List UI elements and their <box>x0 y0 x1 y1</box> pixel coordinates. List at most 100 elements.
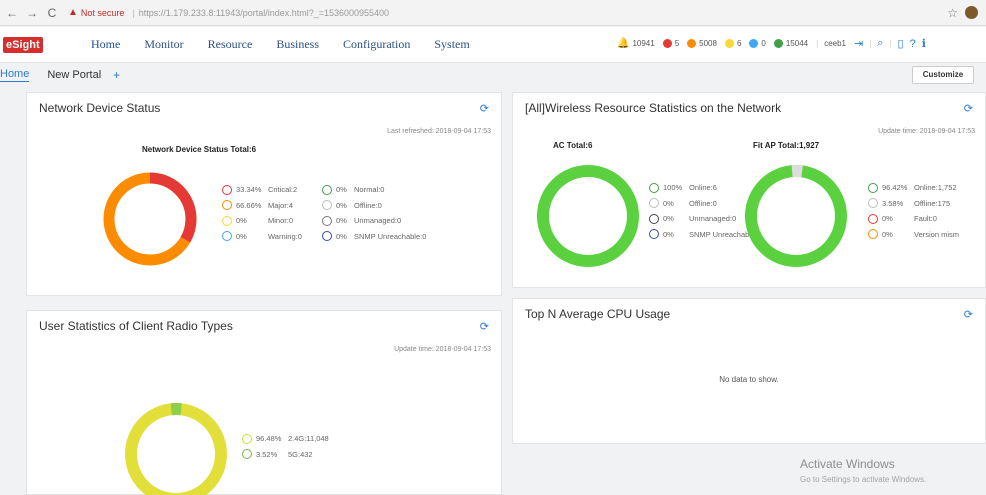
unmanaged-ring-icon <box>649 213 659 224</box>
legend-critical[interactable]: 33.34% Critical:2 <box>222 182 308 198</box>
menu-system[interactable]: System <box>434 37 469 52</box>
alarm-critical[interactable]: 5 <box>662 39 679 48</box>
alarm-warning[interactable]: 0 <box>749 39 766 48</box>
refresh-icon[interactable]: ⟳ <box>480 102 489 115</box>
windows-watermark-subtitle: Go to Settings to activate Windows. <box>800 475 927 484</box>
windows-watermark-title: Activate Windows <box>800 457 895 471</box>
header-separator: | <box>816 39 819 48</box>
offline-ring-icon <box>868 198 878 209</box>
panel-title: User Statistics of Client Radio Types <box>39 319 233 333</box>
panel-title: [All]Wireless Resource Statistics on the… <box>525 101 782 115</box>
fitap-donut[interactable] <box>741 161 851 271</box>
device-legend-col2: 0% Normal:0 0% Offline:0 0% Unmanaged:0 0% S… <box>322 182 426 244</box>
version-ring-icon <box>868 229 878 240</box>
warning-alarm-icon <box>749 39 759 48</box>
info-icon[interactable]: ℹ <box>922 37 926 50</box>
mobile-icon[interactable]: ▯ <box>898 37 904 50</box>
warning-ring-icon <box>222 231 232 242</box>
url-text[interactable]: https://1.179.233.8:11943/portal/index.h… <box>139 8 389 18</box>
donut-slice-online[interactable] <box>537 165 639 267</box>
legend-5g[interactable]: 3.52% 5G:432 <box>242 447 329 463</box>
menu-configuration[interactable]: Configuration <box>343 37 410 52</box>
legend-normal[interactable]: 0% Normal:0 <box>322 182 426 198</box>
offline-ring-icon <box>322 200 332 211</box>
legend-minor[interactable]: 0% Minor:0 <box>222 213 308 229</box>
bookmark-star-icon[interactable]: ☆ <box>947 6 958 20</box>
5g-ring-icon <box>242 449 252 460</box>
fault-ring-icon <box>868 213 878 224</box>
snmp-ring-icon <box>322 231 332 242</box>
major-alarm-icon <box>687 39 697 48</box>
minor-ring-icon <box>222 215 232 226</box>
alarm-summary: 🔔 10941 5 5008 6 0 15044 | ceeb1 ⇥ | ⌕ | … <box>617 37 932 50</box>
customize-button[interactable]: Customize <box>912 66 974 84</box>
ac-total-title: AC Total:6 <box>553 141 593 150</box>
user-name[interactable]: ceeb1 <box>824 39 846 48</box>
legend-unmanaged[interactable]: 0% Unmanaged:0 <box>322 213 426 229</box>
fitap-total-title: Fit AP Total:1,927 <box>753 141 820 150</box>
add-tab-icon[interactable]: + <box>113 68 120 82</box>
portal-tabs: Home New Portal + Customize <box>0 63 986 87</box>
esight-logo[interactable]: eSight <box>3 36 43 53</box>
update-time: Last refreshed: 2018-09-04 17:53 <box>387 128 491 135</box>
header-separator-3: | <box>889 39 892 48</box>
logout-icon[interactable]: ⇥ <box>854 37 863 50</box>
warning-icon: ▲ <box>68 7 78 18</box>
critical-alarm-icon <box>662 39 672 48</box>
2g-ring-icon <box>242 433 252 444</box>
wireless-resource-panel: [All]Wireless Resource Statistics on the… <box>512 92 986 288</box>
alarm-total[interactable]: 🔔 10941 <box>617 38 655 49</box>
alarm-minor[interactable]: 6 <box>724 39 741 48</box>
forward-button[interactable]: → <box>24 6 40 20</box>
address-bar[interactable]: ▲ Not secure | https://1.179.233.8:11943… <box>68 7 389 18</box>
online-ring-icon <box>868 182 878 193</box>
legend-2g[interactable]: 96.48% 2.4G:11,048 <box>242 431 329 447</box>
legend-offline[interactable]: 0% Offline:0 <box>322 198 426 214</box>
cpu-usage-panel: Top N Average CPU Usage ⟳ No data to sho… <box>512 298 986 444</box>
alarm-cleared[interactable]: 15044 <box>773 39 808 48</box>
legend-snmp-unreachable[interactable]: 0% SNMP Unreachable:0 <box>322 229 426 245</box>
legend-warning[interactable]: 0% Warning:0 <box>222 229 308 245</box>
ac-donut[interactable] <box>533 161 643 271</box>
critical-ring-icon <box>222 184 232 195</box>
menu-home[interactable]: Home <box>91 37 120 52</box>
menu-business[interactable]: Business <box>276 37 319 52</box>
donut-slice-online[interactable] <box>745 165 847 267</box>
panel-title: Top N Average CPU Usage <box>525 307 671 321</box>
donut-slice-2g[interactable] <box>125 403 227 495</box>
offline-ring-icon <box>649 198 659 209</box>
legend-ap-online[interactable]: 96.42% Online:1,752 <box>868 180 959 196</box>
network-device-status-panel: Network Device Status ⟳ Last refreshed: … <box>26 92 502 296</box>
bell-icon: 🔔 <box>617 38 630 49</box>
browser-toolbar: ← → C ▲ Not secure | https://1.179.233.8… <box>0 0 986 26</box>
refresh-icon[interactable]: ⟳ <box>964 308 973 321</box>
update-time: Update time: 2018-09-04 17:53 <box>394 346 491 353</box>
menu-resource[interactable]: Resource <box>208 37 253 52</box>
legend-ap-offline[interactable]: 3.58% Offline:175 <box>868 196 959 212</box>
refresh-icon[interactable]: ⟳ <box>480 320 489 333</box>
tab-home[interactable]: Home <box>0 68 30 82</box>
refresh-icon[interactable]: ⟳ <box>964 102 973 115</box>
help-icon[interactable]: ? <box>910 38 916 50</box>
panel-title: Network Device Status <box>39 101 161 115</box>
update-time: Update time: 2018-09-04 17:53 <box>878 128 975 135</box>
alarm-major[interactable]: 5008 <box>687 39 717 48</box>
no-data-message: No data to show. <box>719 375 779 384</box>
online-ring-icon <box>649 182 659 193</box>
legend-ap-fault[interactable]: 0% Fault:0 <box>868 211 959 227</box>
unmanaged-ring-icon <box>322 215 332 226</box>
client-radio-panel: User Statistics of Client Radio Types ⟳ … <box>26 310 502 495</box>
radio-donut[interactable] <box>119 397 233 495</box>
tab-new-portal[interactable]: New Portal <box>47 69 101 81</box>
radio-legend: 96.48% 2.4G:11,048 3.52% 5G:432 <box>242 431 329 462</box>
reload-button[interactable]: C <box>44 6 60 20</box>
network-device-donut[interactable] <box>100 169 200 269</box>
chart-title: Network Device Status Total:6 <box>142 145 257 154</box>
extension-icon[interactable] <box>965 6 978 19</box>
back-button[interactable]: ← <box>4 6 20 20</box>
search-icon[interactable]: ⌕ <box>877 37 883 50</box>
legend-ap-version[interactable]: 0% Version mism <box>868 227 959 243</box>
menu-monitor[interactable]: Monitor <box>144 37 183 52</box>
normal-ring-icon <box>322 184 332 195</box>
legend-major[interactable]: 66.66% Major:4 <box>222 198 308 214</box>
